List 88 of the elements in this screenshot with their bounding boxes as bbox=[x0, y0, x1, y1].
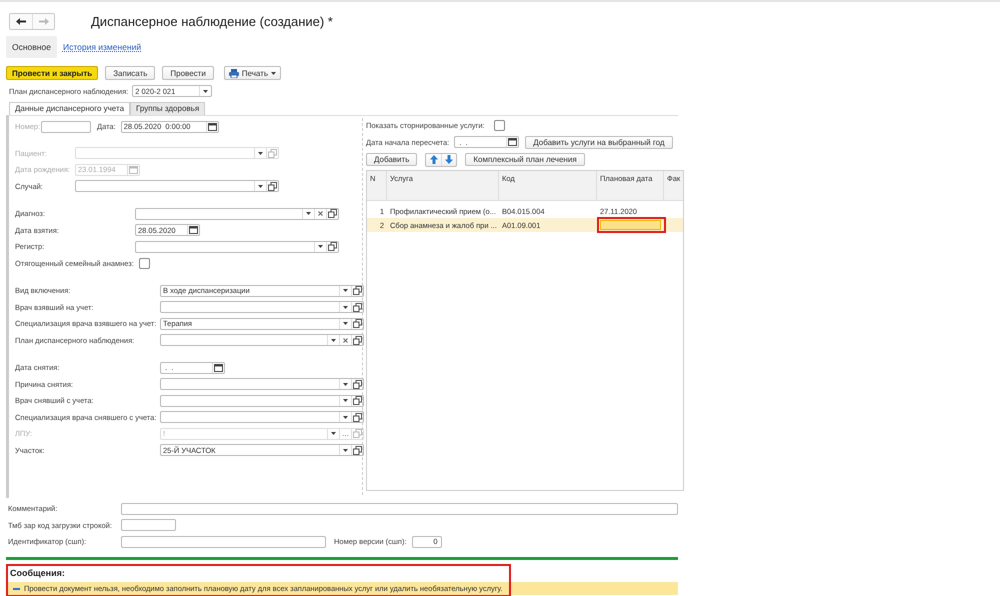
open-button[interactable] bbox=[351, 318, 363, 329]
caret-icon bbox=[258, 184, 263, 188]
calendar-icon bbox=[189, 226, 198, 234]
calendar-icon bbox=[214, 364, 223, 372]
caret-icon bbox=[331, 432, 336, 436]
tab[interactable]: Группы здоровья bbox=[130, 102, 206, 114]
caret-icon bbox=[331, 338, 336, 342]
print-button[interactable]: Печать bbox=[224, 66, 282, 80]
forward-arrow-icon bbox=[38, 18, 48, 24]
command-button[interactable]: Записать bbox=[105, 66, 156, 80]
dropdown-button[interactable] bbox=[339, 318, 351, 329]
open-button[interactable] bbox=[351, 379, 363, 390]
clear-button[interactable] bbox=[314, 208, 326, 219]
dropdown-button[interactable] bbox=[339, 379, 351, 390]
treatment-plan-button[interactable]: Комплексный план лечения bbox=[465, 153, 585, 166]
calendar-button[interactable] bbox=[187, 225, 199, 236]
caret-icon bbox=[343, 448, 348, 452]
date-input-field[interactable] bbox=[600, 220, 661, 230]
calendar-icon bbox=[129, 166, 138, 174]
messages-title: Сообщения: bbox=[10, 568, 66, 580]
open-icon bbox=[328, 209, 337, 218]
close-icon bbox=[343, 338, 348, 343]
command-button[interactable]: Провести bbox=[162, 66, 214, 80]
caret-icon bbox=[271, 72, 276, 74]
open-button[interactable] bbox=[326, 242, 338, 252]
dropdown-button[interactable] bbox=[339, 396, 351, 406]
dropdown-button[interactable] bbox=[314, 242, 326, 252]
caret-icon bbox=[343, 322, 348, 326]
section-tab[interactable]: История изменений bbox=[56, 36, 148, 58]
calendar-button[interactable] bbox=[206, 122, 218, 132]
section-tab[interactable]: Основное bbox=[6, 36, 57, 58]
caret-icon bbox=[258, 152, 263, 155]
dropdown-button[interactable] bbox=[339, 286, 351, 296]
calendar-button[interactable] bbox=[506, 137, 518, 148]
open-icon bbox=[268, 148, 277, 158]
open-icon bbox=[328, 242, 337, 252]
select-field[interactable] bbox=[135, 208, 339, 220]
caret-icon bbox=[343, 306, 348, 309]
caret-icon bbox=[343, 416, 348, 419]
select-field[interactable] bbox=[160, 394, 364, 407]
back-button[interactable] bbox=[10, 14, 32, 28]
open-button[interactable] bbox=[351, 396, 363, 406]
calendar-button[interactable] bbox=[212, 362, 224, 373]
dropdown-button[interactable] bbox=[327, 335, 339, 346]
open-button[interactable] bbox=[351, 286, 363, 296]
number-field[interactable] bbox=[41, 120, 91, 133]
open-icon bbox=[268, 182, 277, 191]
comment-field[interactable] bbox=[121, 502, 678, 515]
open-button[interactable] bbox=[266, 181, 278, 192]
open-button[interactable] bbox=[326, 208, 338, 219]
caret-icon bbox=[343, 399, 348, 402]
open-button[interactable] bbox=[351, 445, 363, 456]
open-button[interactable] bbox=[351, 412, 363, 422]
add-year-services-button[interactable]: Добавить услуги на выбранный год bbox=[525, 136, 673, 149]
caret-icon bbox=[318, 245, 323, 248]
caret-icon bbox=[343, 289, 348, 292]
checkbox[interactable] bbox=[494, 120, 505, 132]
close-icon bbox=[318, 211, 323, 216]
dropdown-button[interactable] bbox=[339, 445, 351, 456]
text-field[interactable] bbox=[121, 519, 176, 532]
select-field[interactable] bbox=[160, 301, 364, 314]
add-button[interactable]: Добавить bbox=[366, 153, 418, 166]
down-arrow-icon bbox=[445, 155, 454, 164]
dropdown-button[interactable] bbox=[339, 302, 351, 312]
up-arrow-icon bbox=[430, 155, 438, 164]
clear-button[interactable] bbox=[339, 335, 351, 346]
caret-icon bbox=[343, 382, 348, 386]
select-field[interactable] bbox=[160, 334, 364, 346]
caret-icon bbox=[203, 90, 208, 93]
text-field[interactable] bbox=[121, 536, 326, 548]
back-arrow-icon bbox=[16, 18, 26, 24]
select-field[interactable] bbox=[75, 180, 279, 192]
printer-icon bbox=[228, 68, 239, 78]
dropdown-button[interactable] bbox=[254, 181, 266, 192]
tab[interactable]: Данные диспансерного учета bbox=[9, 102, 130, 114]
calendar-icon bbox=[508, 138, 518, 146]
checkbox[interactable] bbox=[138, 258, 150, 269]
post-and-close-button[interactable]: Провести и закрыть bbox=[6, 66, 98, 80]
caret-icon bbox=[306, 212, 311, 216]
select-field[interactable] bbox=[160, 378, 364, 390]
calendar-icon bbox=[208, 122, 217, 131]
dropdown-button[interactable] bbox=[302, 208, 314, 219]
select-field[interactable] bbox=[160, 411, 364, 424]
open-button[interactable] bbox=[351, 335, 363, 346]
dropdown-button[interactable] bbox=[339, 412, 351, 422]
open-button[interactable] bbox=[351, 302, 363, 312]
select-field[interactable] bbox=[135, 240, 339, 253]
window-title: Диспансерное наблюдение (создание) * bbox=[91, 14, 333, 28]
